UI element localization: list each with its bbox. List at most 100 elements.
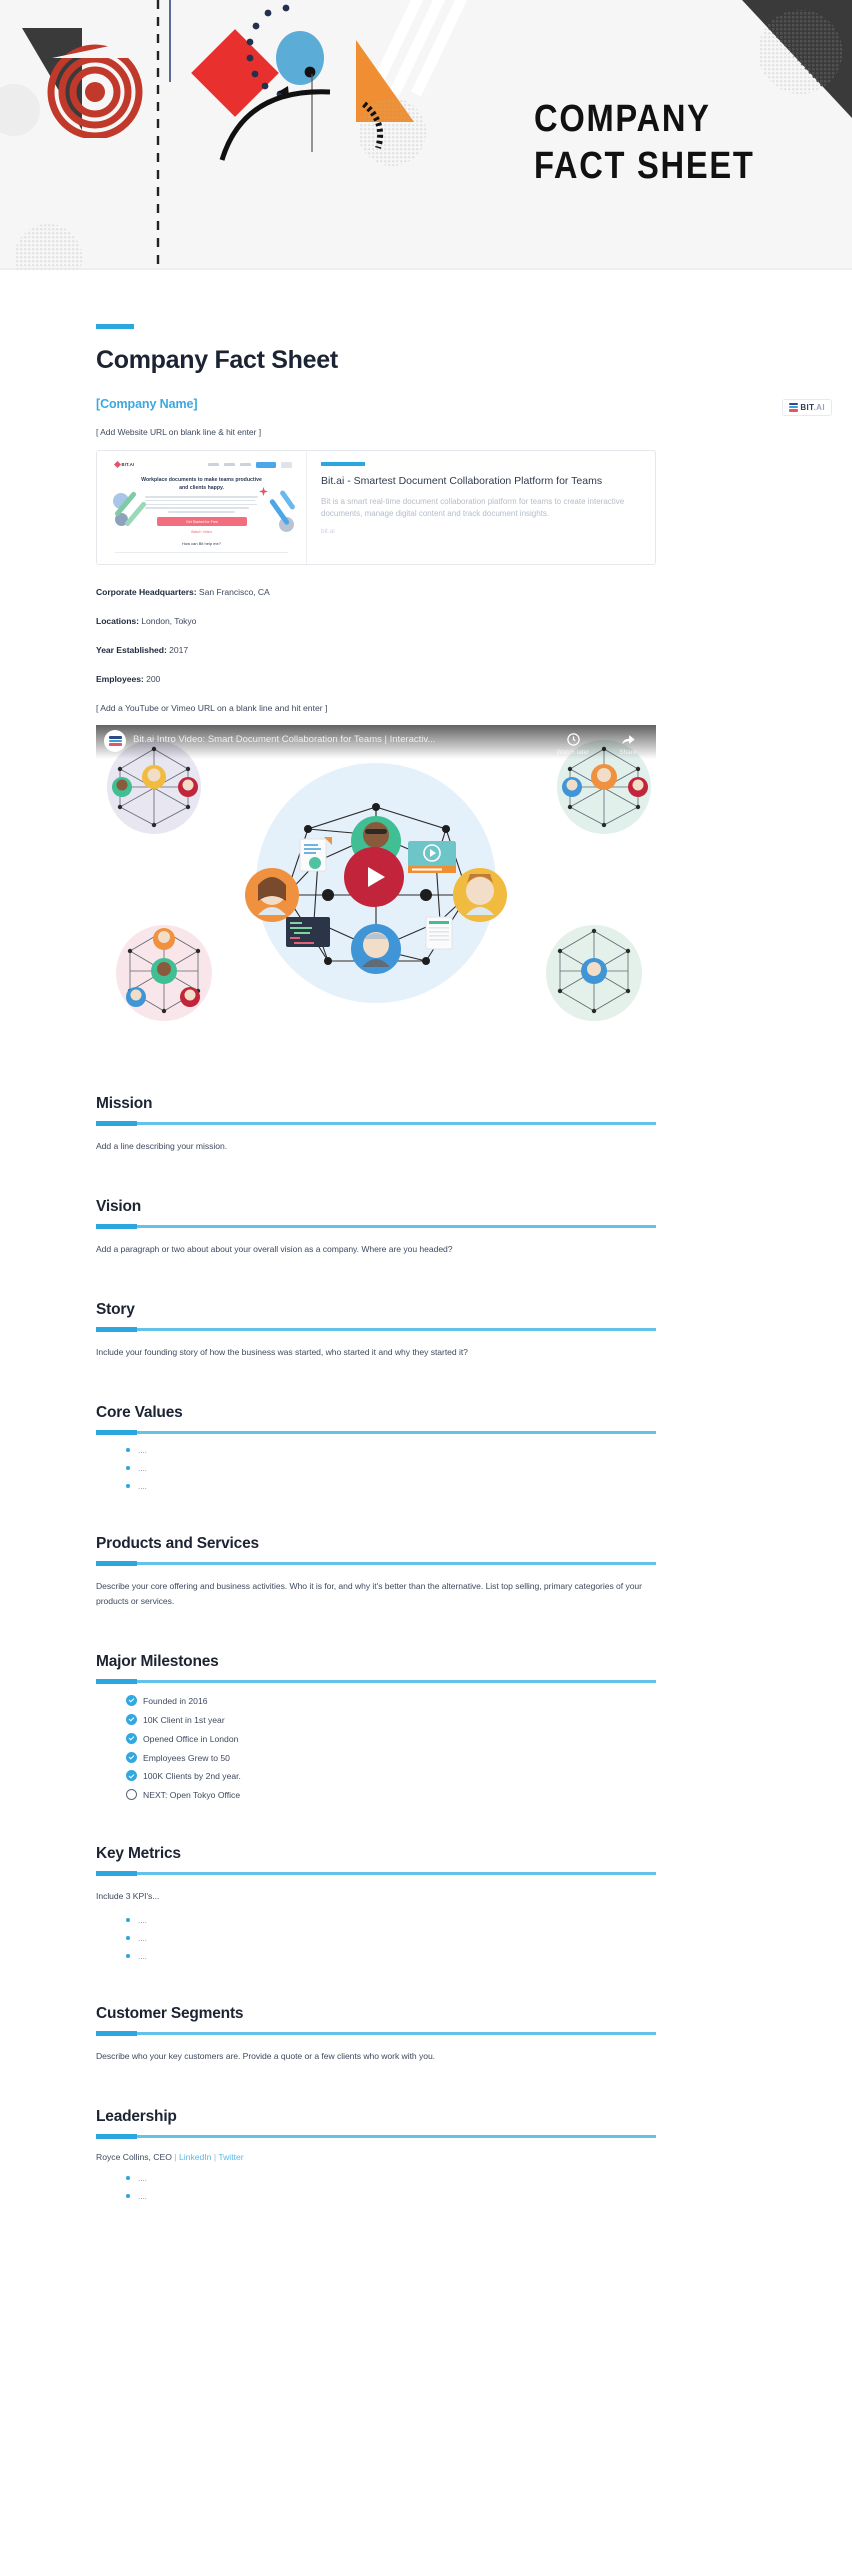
fact-value: San Francisco, CA <box>198 587 270 597</box>
video-url-hint[interactable]: [ Add a YouTube or Vimeo URL on a blank … <box>96 703 756 713</box>
document-body: BIT.AI Company Fact Sheet [Company Name]… <box>0 324 852 2271</box>
thumb-cta-label: Get Started for Free <box>186 520 218 524</box>
bit-ai-badge: BIT.AI <box>782 399 832 416</box>
checkbox-checked-icon[interactable] <box>126 1695 137 1707</box>
checklist-item[interactable]: 10K Client in 1st year <box>126 1713 756 1725</box>
thumb-headline: Workplace documents to make teams produc… <box>141 477 262 491</box>
linkedin-link[interactable]: LinkedIn <box>179 2152 212 2162</box>
list-item[interactable]: .... <box>126 1934 756 1943</box>
bit-logo-icon <box>789 403 799 412</box>
page-banner: COMPANY FACT SHEET <box>0 0 852 270</box>
share-icon <box>621 735 635 745</box>
checklist-label: 10K Client in 1st year <box>143 1714 225 1725</box>
checklist-item[interactable]: Employees Grew to 50 <box>126 1751 756 1763</box>
link-preview-accent-bar <box>321 462 365 466</box>
twitter-link[interactable]: Twitter <box>218 2152 243 2162</box>
fact-row: Locations: London, Tokyo <box>96 616 756 626</box>
document-page: BIT.AI Company Fact Sheet [Company Name]… <box>0 324 852 2201</box>
checklist-item[interactable]: Founded in 2016 <box>126 1695 756 1707</box>
section-story: Story Include your founding story of how… <box>96 1301 756 1360</box>
section-title: Products and Services <box>96 1535 259 1553</box>
section-body[interactable]: Describe your core offering and business… <box>96 1579 656 1609</box>
milestones-checklist: Founded in 2016 10K Client in 1st year O… <box>96 1695 756 1801</box>
checklist-item[interactable]: 100K Clients by 2nd year. <box>126 1770 756 1782</box>
list-item[interactable]: .... <box>126 2174 756 2183</box>
section-body[interactable]: Include 3 KPI's... <box>96 1889 656 1904</box>
thumb-logo-text: BIT.AI <box>121 462 135 467</box>
bit-badge-name: BIT <box>800 403 814 412</box>
section-leadership: Leadership Royce Collins, CEO | LinkedIn… <box>96 2108 756 2201</box>
video-title[interactable]: Bit.ai Intro Video: Smart Document Colla… <box>133 734 543 745</box>
clock-icon <box>566 733 580 746</box>
list-item[interactable]: .... <box>126 1483 756 1491</box>
section-rule <box>96 1870 656 1876</box>
link-preview-thumbnail: BIT.AI Workplace documents to make teams… <box>97 451 307 564</box>
bit-badge-suffix: .AI <box>813 403 825 412</box>
share-button[interactable]: Share <box>608 732 648 756</box>
checkbox-checked-icon[interactable] <box>126 1732 137 1744</box>
section-body[interactable]: Add a paragraph or two about about your … <box>96 1242 656 1257</box>
leadership-list: .... .... <box>96 2174 756 2201</box>
checklist-label: Founded in 2016 <box>143 1696 208 1707</box>
list-item[interactable]: .... <box>126 1916 756 1925</box>
checkbox-unchecked-icon[interactable] <box>126 1789 137 1801</box>
section-rule <box>96 1430 656 1436</box>
fact-label: Locations: <box>96 616 139 626</box>
section-body[interactable]: Add a line describing your mission. <box>96 1139 656 1154</box>
list-item[interactable]: .... <box>126 1465 756 1473</box>
section-rule <box>96 1679 656 1685</box>
company-name-placeholder[interactable]: [Company Name] <box>96 397 756 411</box>
video-play-button[interactable] <box>344 847 404 907</box>
page-title: Company Fact Sheet <box>96 346 338 374</box>
banner-title-line-2: FACT SHEET <box>534 145 755 188</box>
fact-row: Employees: 200 <box>96 674 756 684</box>
section-title: Core Values <box>96 1404 183 1422</box>
watch-later-button[interactable]: Watch later <box>553 732 593 756</box>
section-rule <box>96 1121 656 1126</box>
fact-value: 2017 <box>169 645 189 655</box>
section-title: Story <box>96 1301 135 1319</box>
website-url-hint[interactable]: [ Add Website URL on blank line & hit en… <box>96 427 756 437</box>
key-metrics-list: .... .... .... <box>96 1916 756 1961</box>
leader-name: Royce Collins, CEO <box>96 2151 172 2162</box>
fact-row: Corporate Headquarters: San Francisco, C… <box>96 587 756 597</box>
section-title: Vision <box>96 1198 142 1216</box>
link-preview-body: Bit.ai - Smartest Document Collaboration… <box>307 451 655 564</box>
section-title: Leadership <box>96 2107 177 2125</box>
section-rule <box>96 1224 656 1230</box>
section-customer-segments: Customer Segments Describe who your key … <box>96 2005 756 2064</box>
link-preview-card[interactable]: BIT.AI Workplace documents to make teams… <box>96 450 656 565</box>
section-rule <box>96 2133 656 2139</box>
list-item[interactable]: .... <box>126 2192 756 2201</box>
title-accent-bar <box>96 324 134 329</box>
video-embed[interactable]: Bit.ai Intro Video: Smart Document Colla… <box>96 725 656 1041</box>
thumb-subcta-label: Watch Video <box>190 530 213 534</box>
fact-label: Year Established: <box>96 645 167 655</box>
share-label: Share <box>619 749 637 756</box>
section-title: Key Metrics <box>96 1844 181 1862</box>
banner-title: COMPANY FACT SHEET <box>534 96 804 190</box>
checkbox-checked-icon[interactable] <box>126 1713 137 1725</box>
link-preview-description: Bit is a smart real-time document collab… <box>321 497 625 519</box>
checklist-item[interactable]: NEXT: Open Tokyo Office <box>126 1789 756 1801</box>
fact-label: Employees: <box>96 674 144 684</box>
checkbox-checked-icon[interactable] <box>126 1770 137 1782</box>
core-values-list: .... .... .... <box>96 1447 756 1491</box>
checklist-item[interactable]: Opened Office in London <box>126 1732 756 1744</box>
link-preview-url: bit.ai <box>321 528 335 536</box>
checkbox-checked-icon[interactable] <box>126 1751 137 1763</box>
section-rule <box>96 1561 656 1567</box>
watch-later-label: Watch later <box>556 749 590 756</box>
section-core-values: Core Values .... .... .... <box>96 1404 756 1491</box>
list-item[interactable]: .... <box>126 1952 756 1961</box>
section-vision: Vision Add a paragraph or two about abou… <box>96 1198 756 1257</box>
section-mission: Mission Add a line describing your missi… <box>96 1095 756 1154</box>
list-item[interactable]: .... <box>126 1447 756 1455</box>
thumb-helper-text: How can Bit help me? <box>182 541 221 546</box>
section-products-and-services: Products and Services Describe your core… <box>96 1535 756 1609</box>
section-body[interactable]: Include your founding story of how the b… <box>96 1345 656 1360</box>
checklist-label: Opened Office in London <box>143 1733 239 1744</box>
checklist-label: Employees Grew to 50 <box>143 1752 230 1763</box>
section-body[interactable]: Describe who your key customers are. Pro… <box>96 2049 656 2064</box>
section-major-milestones: Major Milestones Founded in 2016 10K Cli… <box>96 1653 756 1801</box>
